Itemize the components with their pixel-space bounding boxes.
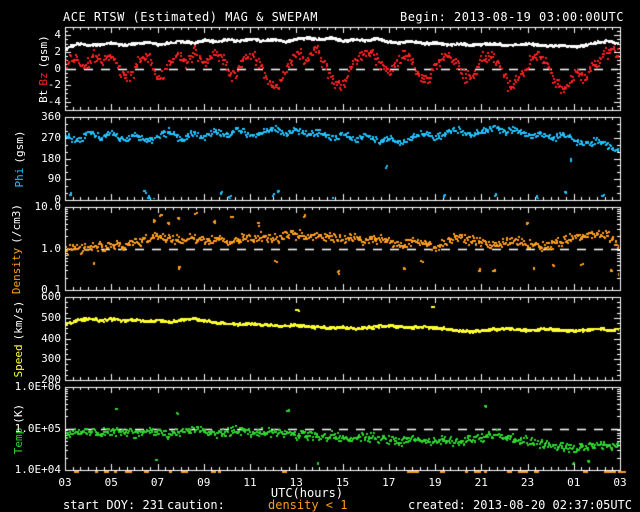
hour-tick-label: 19 <box>428 476 442 489</box>
y-tick-label: 1.0 <box>41 241 61 255</box>
y-tick-label: 400 <box>41 331 61 345</box>
hour-tick-label: 03 <box>613 476 627 489</box>
y-tick-label: 180 <box>41 151 61 165</box>
y-tick-label: 300 <box>41 352 61 366</box>
footer-caution-label: caution: <box>167 498 225 512</box>
y-tick-label: 4 <box>54 28 61 42</box>
y-tick-label: 500 <box>41 310 61 324</box>
y-tick-label: 0 <box>54 61 61 75</box>
footer-start-doy: start DOY: 231 <box>63 498 165 512</box>
hour-tick-label: 17 <box>382 476 396 489</box>
hour-tick-label: 07 <box>150 476 165 489</box>
hour-tick-label: 05 <box>104 476 118 489</box>
y-axis-label-part: (K) <box>12 403 25 424</box>
hour-tick-label: 03 <box>58 476 72 489</box>
footer-caution-value: density < 1 <box>268 498 348 512</box>
hour-tick-label: 09 <box>197 476 211 489</box>
y-tick-label: 1.0E+04 <box>14 463 61 476</box>
hour-tick-label: 21 <box>474 476 488 489</box>
y-tick-label: -2 <box>47 78 61 92</box>
y-tick-label: 600 <box>41 290 61 303</box>
begin-timestamp: Begin: 2013-08-19 03:00:00UTC <box>399 10 624 24</box>
y-tick-label: 1.0E+05 <box>14 421 61 435</box>
y-tick-label: 360 <box>41 110 61 123</box>
ace-rtsw-swepam-plot: ACE RTSW (Estimated) MAG & SWEPAM Begin:… <box>0 0 640 512</box>
y-tick-label: -4 <box>47 94 61 108</box>
page-title: ACE RTSW (Estimated) MAG & SWEPAM <box>63 10 318 24</box>
y-tick-label: 2 <box>54 44 61 58</box>
y-tick-label: 270 <box>41 130 61 144</box>
hour-tick-label: 01 <box>567 476 581 489</box>
plot-canvas <box>0 0 640 512</box>
y-tick-label: 90 <box>47 172 61 186</box>
footer-created-timestamp: created: 2013-08-20 02:37:05UTC <box>408 498 632 512</box>
hour-tick-label: 23 <box>520 476 535 489</box>
y-tick-label: 10.0 <box>34 200 62 213</box>
y-tick-label: 1.0E+06 <box>14 380 61 393</box>
